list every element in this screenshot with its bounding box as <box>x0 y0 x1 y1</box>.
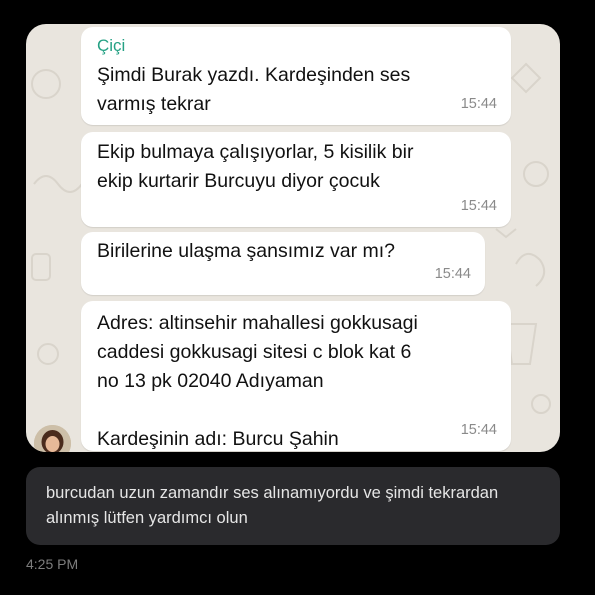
message-bubble: Ekip bulmaya çalışıyorlar, 5 kisilik bir… <box>81 132 511 227</box>
message-text: Şimdi Burak yazdı. Kardeşinden ses varmı… <box>97 64 411 115</box>
message-text: Birilerine ulaşma şansımız var mı? <box>97 240 396 262</box>
message-bubble: Adres: altinsehir mahallesi gokkusagi ca… <box>81 301 511 451</box>
post-caption-text: burcudan uzun zamandır ses alınamıyordu … <box>46 484 499 527</box>
post-caption-box: burcudan uzun zamandır ses alınamıyordu … <box>26 467 560 545</box>
post-timestamp: 4:25 PM <box>26 556 79 572</box>
message-text: Adres: altinsehir mahallesi gokkusagi ca… <box>97 312 418 450</box>
message-time: 15:44 <box>460 96 497 112</box>
message-text: Ekip bulmaya çalışıyorlar, 5 kisilik bir… <box>97 141 414 192</box>
message-bubble: Birilerine ulaşma şansımız var mı? 15:44 <box>81 232 485 295</box>
message-time: 15:44 <box>434 266 471 282</box>
message-time: 15:44 <box>460 198 497 214</box>
message-bubble: Çiçi Şimdi Burak yazdı. Kardeşinden ses … <box>81 27 511 125</box>
sender-name: Çiçi <box>97 36 126 55</box>
message-time: 15:44 <box>460 422 497 438</box>
chat-screenshot: Çiçi Şimdi Burak yazdı. Kardeşinden ses … <box>26 24 560 452</box>
